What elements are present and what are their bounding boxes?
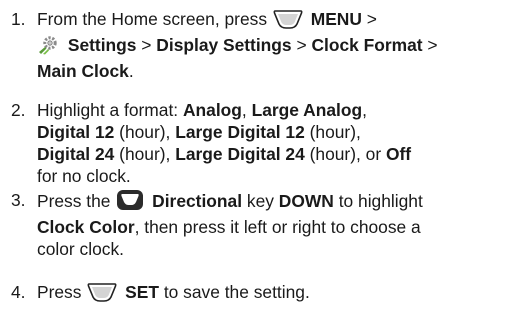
step-1: 1. From the Home screen, press MENU > Se… [11, 8, 509, 82]
clock-format-menu-item: Clock Format [311, 35, 423, 55]
step-number: 3. [11, 190, 26, 210]
step-body: Press the Directional key DOWN to highli… [37, 189, 509, 260]
display-settings-menu-item: Display Settings [156, 35, 292, 55]
settings-menu-item: Settings [67, 35, 137, 55]
option-large-digital-12: Large Digital 12 [175, 122, 305, 142]
option-digital-24: Digital 24 [37, 144, 115, 164]
step-line: Main Clock. [37, 61, 134, 81]
settings-gear-icon [38, 35, 60, 60]
down-direction-label: DOWN [278, 191, 334, 211]
step-line: Digital 12 (hour), Large Digital 12 (hou… [37, 122, 361, 142]
instruction-steps: 1. From the Home screen, press MENU > Se… [0, 0, 509, 325]
option-large-analog: Large Analog [251, 100, 363, 120]
step-body: Highlight a format: Analog, Large Analog… [37, 99, 509, 187]
step-4: 4. Press SET to save the setting. [11, 281, 509, 307]
softkey-icon [273, 9, 303, 34]
option-digital-12: Digital 12 [37, 122, 115, 142]
step-line: Digital 24 (hour), Large Digital 24 (hou… [37, 144, 412, 164]
directional-key-label: Directional [152, 191, 243, 211]
step-line: Press SET to save the setting. [37, 281, 509, 307]
option-off: Off [385, 144, 412, 164]
step-number: 1. [11, 9, 26, 29]
step-line: Press the Directional key DOWN to highli… [37, 189, 509, 216]
step-line: Highlight a format: Analog, Large Analog… [37, 100, 367, 120]
step-body: From the Home screen, press MENU > Setti… [37, 8, 509, 82]
directional-key-icon [116, 189, 144, 216]
softkey-icon [87, 282, 117, 307]
step-body: Press SET to save the setting. [37, 281, 509, 307]
step-number: 4. [11, 282, 26, 302]
menu-key-label: MENU [310, 9, 362, 29]
option-analog: Analog [182, 100, 242, 120]
step-number: 2. [11, 100, 26, 120]
option-large-digital-24: Large Digital 24 [175, 144, 305, 164]
clock-color-menu-item: Clock Color [37, 217, 135, 237]
step-line: Clock Color, then press it left or right… [37, 217, 421, 237]
step-2: 2. Highlight a format: Analog, Large Ana… [11, 99, 509, 187]
step-line: color clock. [37, 239, 124, 259]
main-clock-menu-item: Main Clock [37, 61, 129, 81]
step-line: Settings > Display Settings > Clock Form… [37, 34, 509, 60]
step-3: 3. Press the Directional key DOWN to hig… [11, 189, 509, 260]
set-key-label: SET [125, 282, 159, 302]
step-line: From the Home screen, press MENU > [37, 8, 509, 34]
step-line: for no clock. [37, 166, 131, 186]
